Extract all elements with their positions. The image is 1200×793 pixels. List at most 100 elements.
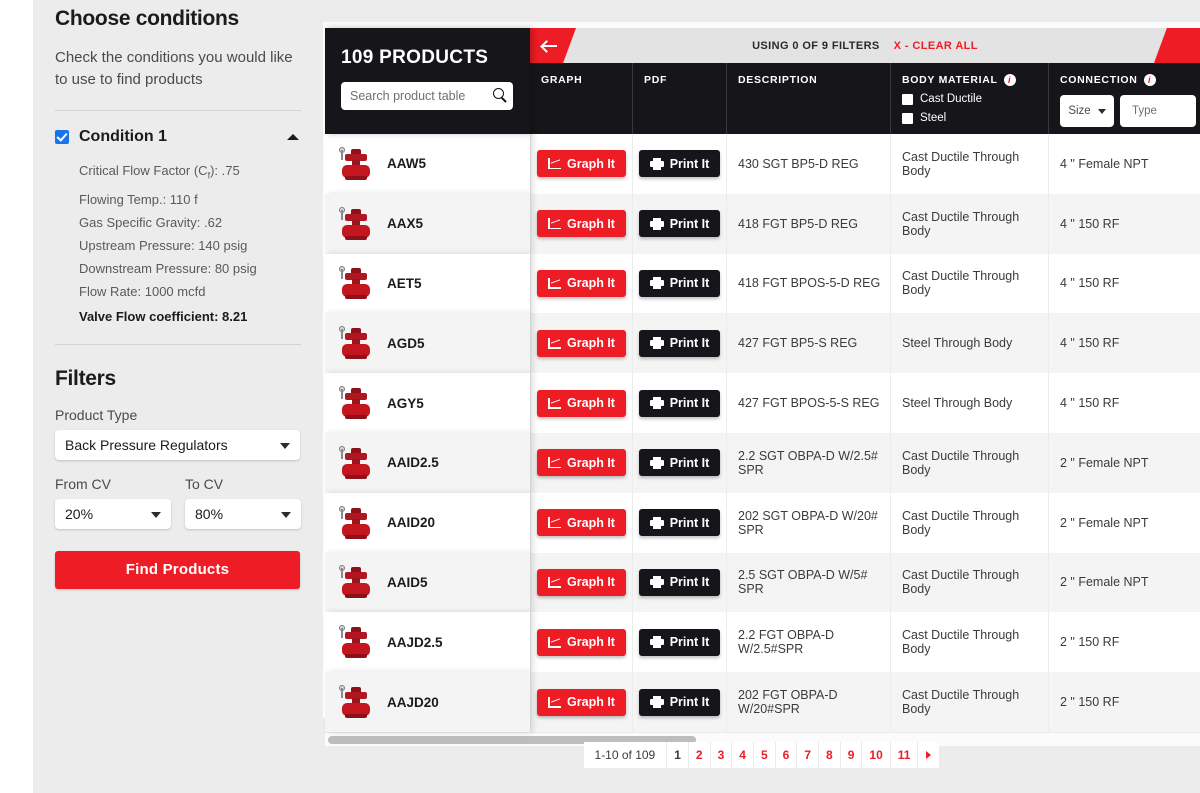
graph-it-label: Graph It	[567, 635, 615, 650]
graph-it-button[interactable]: Graph It	[537, 329, 626, 357]
search-icon[interactable]	[493, 88, 504, 99]
pagination-page-11[interactable]: 11	[890, 742, 919, 768]
cell-connection: 2 " Female NPT	[1048, 552, 1200, 613]
pagination-page-4[interactable]: 4	[732, 742, 754, 768]
checkbox[interactable]	[902, 93, 913, 105]
condition-1-checkbox[interactable]	[55, 130, 69, 144]
table-row[interactable]: AAID5 Graph It Print It 2.5 SGT OBPA-D W/5#…	[325, 552, 1200, 613]
info-icon[interactable]: i	[1143, 74, 1156, 86]
option-label: Steel	[920, 112, 947, 124]
print-it-button[interactable]: Print It	[638, 568, 721, 596]
find-products-button[interactable]: Find Products	[55, 550, 300, 589]
info-icon[interactable]: i	[1003, 74, 1016, 86]
print-it-button[interactable]: Print It	[638, 628, 721, 656]
product-name: AGD5	[387, 335, 425, 351]
table-row[interactable]: AGD5 Graph It Print It 427 FGT BP5-S REG Ste…	[325, 313, 1200, 374]
table-row[interactable]: AAID20 Graph It Print It 202 SGT OBPA-D W/2…	[325, 492, 1200, 553]
print-it-button[interactable]: Print It	[638, 688, 721, 716]
graph-it-button[interactable]: Graph It	[537, 688, 626, 716]
chart-icon	[548, 397, 562, 409]
description-value: 202 SGT OBPA-D W/20# SPR	[738, 508, 878, 537]
chevron-up-icon[interactable]	[287, 134, 299, 140]
chart-icon	[548, 218, 562, 230]
table-row[interactable]: AAX5 Graph It Print It 418 FGT BP5-D REG Cas…	[325, 193, 1200, 254]
description-value: 430 SGT BP5-D REG	[738, 156, 859, 171]
table-row[interactable]: AAID2.5 Graph It Print It 2.2 SGT OBPA-D W/…	[325, 432, 1200, 493]
print-it-button[interactable]: Print It	[638, 210, 721, 238]
graph-it-button[interactable]: Graph It	[537, 210, 626, 238]
cell-description: 418 FGT BP5-D REG	[726, 193, 890, 254]
print-it-button[interactable]: Print It	[638, 150, 721, 178]
printer-icon	[649, 277, 664, 290]
printer-icon	[649, 516, 664, 529]
chart-icon	[548, 517, 562, 529]
description-value: 427 FGT BP5-S REG	[738, 336, 858, 351]
chevron-down-icon	[1097, 108, 1106, 114]
search-product-table[interactable]	[341, 82, 513, 110]
pagination-page-10[interactable]: 10	[862, 742, 891, 768]
clear-all-filters-button[interactable]: X - CLEAR ALL	[894, 40, 978, 52]
description-value: 2.2 FGT OBPA-D W/2.5#SPR	[738, 628, 835, 657]
print-it-button[interactable]: Print It	[638, 329, 721, 357]
pagination-next-button[interactable]	[918, 742, 940, 768]
from-cv-select[interactable]: 20%	[55, 498, 171, 529]
pagination-page-2[interactable]: 2	[688, 742, 711, 768]
to-cv-select[interactable]: 80%	[185, 498, 301, 529]
table-row[interactable]: AGY5 Graph It Print It 427 FGT BPOS-5-S REG…	[325, 373, 1200, 433]
cell-connection: 4 " 150 RF	[1048, 193, 1200, 254]
cell-description: 427 FGT BPOS-5-S REG	[726, 373, 890, 433]
cell-body-material: Steel Through Body	[890, 313, 1048, 374]
product-type-select[interactable]: Back Pressure Regulators	[55, 429, 300, 460]
graph-it-button[interactable]: Graph It	[537, 389, 626, 417]
condition-1-header[interactable]: Condition 1	[55, 128, 301, 146]
print-it-button[interactable]: Print It	[638, 269, 721, 297]
product-name: AAID5	[387, 574, 428, 590]
pagination-page-3[interactable]: 3	[710, 742, 733, 768]
condition-detail: Critical Flow Factor (Cf): .75	[79, 163, 240, 181]
graph-it-button[interactable]: Graph It	[537, 449, 626, 477]
body-material-option-cast-ductile[interactable]: Cast Ductile	[902, 93, 1048, 105]
body-material-value: Cast Ductile Through Body	[902, 269, 1020, 298]
pagination-page-9[interactable]: 9	[840, 742, 863, 768]
print-it-button[interactable]: Print It	[638, 449, 721, 477]
connection-type-input[interactable]: Type	[1120, 95, 1196, 127]
pagination-page-8[interactable]: 8	[819, 742, 841, 768]
print-it-label: Print It	[669, 336, 710, 351]
print-it-label: Print It	[669, 515, 710, 530]
pagination-page-5[interactable]: 5	[753, 742, 776, 768]
printer-icon	[649, 456, 664, 469]
table-row[interactable]: AAJD20 Graph It Print It 202 FGT OBPA-D W/2…	[325, 672, 1200, 732]
pagination-page-7[interactable]: 7	[797, 742, 820, 768]
table-row[interactable]: AET5 Graph It Print It 418 FGT BPOS-5-D REG…	[325, 253, 1200, 314]
chart-icon	[548, 158, 562, 170]
table-row[interactable]: AAJD2.5 Graph It Print It 2.2 FGT OBPA-D W/…	[325, 612, 1200, 673]
filters-status-group: USING 0 OF 9 FILTERS X - CLEAR ALL	[530, 28, 1200, 63]
pagination-page-6[interactable]: 6	[775, 742, 798, 768]
pagination-page-1[interactable]: 1	[667, 742, 689, 768]
print-it-button[interactable]: Print It	[638, 509, 721, 537]
body-material-option-steel[interactable]: Steel	[902, 112, 1048, 124]
description-value: 2.5 SGT OBPA-D W/5# SPR	[738, 568, 868, 597]
print-it-button[interactable]: Print It	[638, 389, 721, 417]
chart-icon	[548, 576, 562, 588]
connection-value: 4 " 150 RF	[1060, 396, 1120, 411]
conditions-sidebar: Choose conditions Check the conditions y…	[33, 0, 323, 793]
chart-icon	[548, 277, 562, 289]
product-name: AAJD20	[387, 694, 439, 710]
checkbox[interactable]	[902, 112, 913, 124]
graph-it-button[interactable]: Graph It	[537, 509, 626, 537]
filters-title: Filters	[55, 366, 116, 390]
graph-it-button[interactable]: Graph It	[537, 150, 626, 178]
cell-connection: 2 " 150 RF	[1048, 672, 1200, 732]
connection-size-select[interactable]: Size	[1060, 95, 1114, 127]
graph-it-button[interactable]: Graph It	[537, 568, 626, 596]
graph-it-button[interactable]: Graph It	[537, 269, 626, 297]
cell-product-name: AAW5	[325, 134, 530, 194]
printer-icon	[649, 636, 664, 649]
connection-value: 4 " 150 RF	[1060, 336, 1120, 351]
search-input[interactable]	[350, 89, 490, 103]
graph-it-button[interactable]: Graph It	[537, 628, 626, 656]
printer-icon	[649, 576, 664, 589]
table-row[interactable]: AAW5 Graph It Print It 430 SGT BP5-D REG Cas…	[325, 134, 1200, 194]
column-title-group: CONNECTION i	[1060, 74, 1200, 86]
